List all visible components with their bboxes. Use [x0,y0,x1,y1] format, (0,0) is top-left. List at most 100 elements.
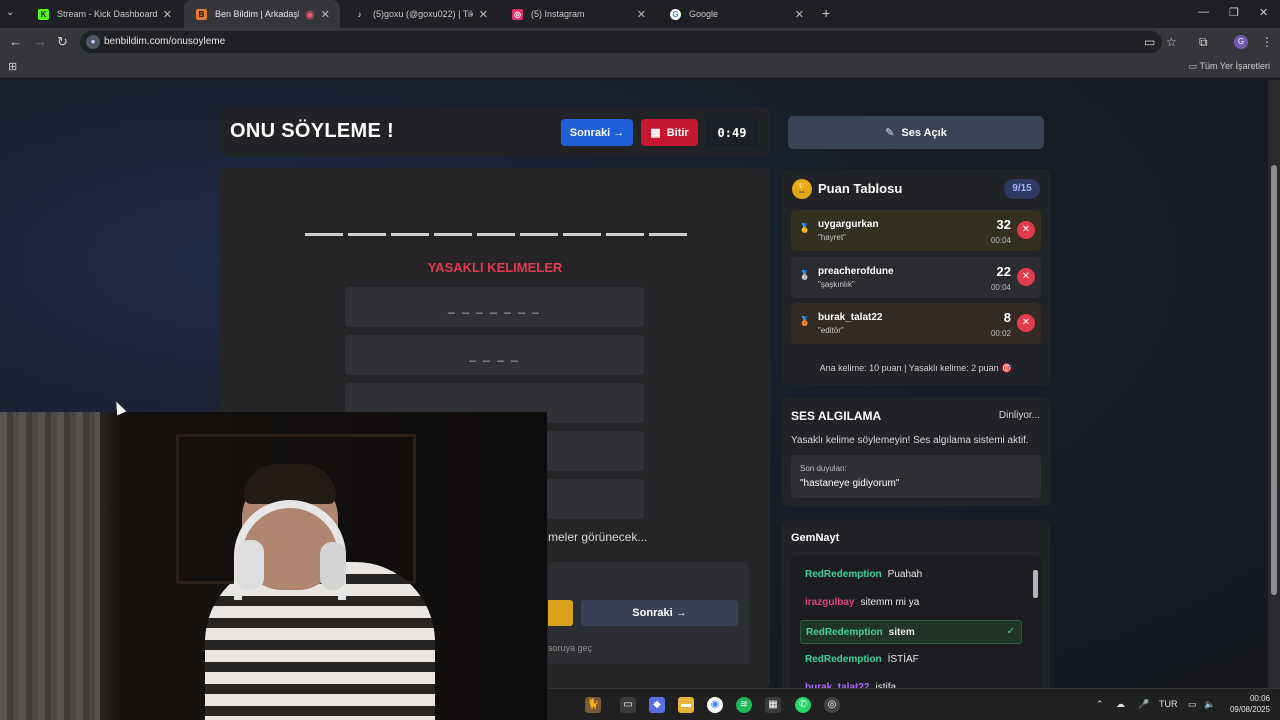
mic-tray-icon[interactable]: 🎤 [1138,699,1149,710]
apps-grid-icon[interactable]: ⊞ [8,60,17,73]
all-bookmarks[interactable]: ▭ Tüm Yer İşaretleri [1189,61,1270,72]
close-tab-icon[interactable]: ✕ [795,8,804,21]
cast-icon[interactable]: ▭ [1144,35,1155,49]
chat-user: RedRedemption [805,654,882,665]
forbidden-word-box: _ _ _ _ [345,335,644,375]
hint-text: meler görünecek... [548,530,648,544]
close-tab-icon[interactable]: ✕ [163,8,172,21]
last-heard-text: "hastaneye gidiyorum" [800,478,900,489]
chat-list[interactable]: RedRedemption Puahah irazgulbay sitemm mi … [791,555,1041,688]
network-icon[interactable]: ▭ [1188,699,1197,710]
bookmark-star-icon[interactable]: ☆ [1166,35,1177,49]
restore-icon[interactable]: ❐ [1229,6,1239,19]
chat-title: GemNayt [791,532,840,544]
tab-google[interactable]: G Google ✕ [658,0,814,28]
back-icon[interactable]: ← [9,34,22,49]
cat-app-icon[interactable]: 🐈 [585,697,601,713]
close-window-icon[interactable]: ✕ [1259,6,1268,19]
reload-icon[interactable]: ↻ [57,34,68,50]
next-question-button[interactable]: Sonraki → [581,600,738,626]
voice-description: Yasaklı kelime söylemeyin! Ses algılama … [791,435,1029,446]
remove-player-icon[interactable]: ✕ [1017,221,1035,239]
scoreboard-panel: 🏆 Puan Tablosu 9/15 🥇 uygargurkan "hayre… [782,169,1050,385]
site-info-icon[interactable]: ● [86,35,100,49]
menu-icon[interactable]: ⋮ [1261,35,1273,49]
last-heard-label: Son duyulan: [800,464,847,473]
google-icon: G [670,8,681,20]
remove-player-icon[interactable]: ✕ [1017,314,1035,332]
chat-scroll-thumb[interactable] [1033,570,1038,598]
finish-button[interactable]: ▦ Bitir [641,119,698,146]
tab-title: Stream - Kick Dashboard [57,9,157,19]
spotify-icon[interactable]: ≋ [736,697,752,713]
tab-instagram[interactable]: ◎ (5) Instagram ✕ [500,0,656,28]
chat-text: Puahah [887,569,923,580]
player-row: 🥈 preacherofdune "şaşkınlık" 22 00:04 ✕ [791,257,1041,298]
minimize-icon[interactable]: — [1198,6,1209,18]
bookmarks-bar: ⊞ ▭ Tüm Yer İşaretleri [0,56,1280,78]
browser-tab-bar: ⌄ K Stream - Kick Dashboard ✕ B Ben Bild… [0,0,1280,28]
pass-button[interactable] [548,600,573,626]
sound-label: Ses Açık [901,126,947,139]
player-word: "editör" [818,326,844,335]
tab-tiktok[interactable]: ♪ (5)goxu (@goxu022) | TikTok ✕ [342,0,498,28]
page-scroll-thumb[interactable] [1271,165,1277,595]
remove-player-icon[interactable]: ✕ [1017,268,1035,286]
app-icon[interactable]: ◎ [824,697,840,713]
profile-avatar[interactable]: G [1234,35,1248,49]
player-score: 22 [996,264,1011,279]
task-view-icon[interactable]: ▭ [620,697,636,713]
url-text: benbildim.com/onusoyleme [104,36,226,47]
tab-title: Ben Bildim | Arkadaşlarınla [215,9,299,19]
onedrive-icon[interactable]: ☁ [1116,699,1125,710]
store-icon[interactable]: ▦ [765,697,781,713]
voice-detection-panel: SES ALGILAMA Dinliyor... Yasaklı kelime … [782,398,1050,506]
chat-panel: GemNayt RedRedemption Puahah irazgulbay si… [782,520,1050,688]
chat-text: sitem [888,627,915,638]
check-icon: ✓ [1006,626,1015,637]
chat-scrollbar[interactable] [1033,558,1038,688]
bronze-medal-icon: 🥉 [799,316,811,326]
kick-icon: K [38,8,49,20]
system-clock[interactable]: 00:06 09/08/2025 [1226,693,1270,715]
tab-benbildim[interactable]: B Ben Bildim | Arkadaşlarınla ◉ ✕ [184,0,340,28]
tray-chevron-icon[interactable]: ⌃ [1096,699,1104,710]
gold-medal-icon: 🥇 [799,223,811,233]
game-title: ONU SÖYLEME ! [230,120,394,142]
player-score: 8 [1003,310,1011,325]
close-tab-icon[interactable]: ✕ [637,8,646,21]
copilot-icon[interactable]: ◆ [649,697,665,713]
chat-user: irazgulbay [805,597,855,608]
headset-earcup [320,542,346,590]
sound-toggle-button[interactable]: ✎ Ses Açık [788,116,1044,149]
taskbar: 🐈 ▭ ◆ ▬ ◉ ≋ ▦ ✆ ◎ ⌃ ☁ 🎤 TUR ▭ 🔈 [547,688,1280,720]
file-explorer-icon[interactable]: ▬ [678,697,694,713]
language-indicator[interactable]: TUR [1159,699,1178,709]
forward-icon[interactable]: → [34,34,47,49]
new-tab-icon[interactable]: + [822,5,830,21]
close-tab-icon[interactable]: ✕ [479,8,488,21]
next-button[interactable]: Sonraki → [561,119,633,146]
player-time: 00:02 [990,329,1011,338]
timer: 0:49 [706,119,758,146]
webcam-person-hair [244,464,336,504]
whatsapp-icon[interactable]: ✆ [795,697,811,713]
chat-text: sitemm mi ya [860,597,920,608]
tab-title: (5) Instagram [531,9,585,19]
chat-user: RedRedemption [806,627,883,638]
close-tab-icon[interactable]: ✕ [321,8,330,21]
clock-time: 00:06 [1249,694,1270,703]
tab-kick[interactable]: K Stream - Kick Dashboard ✕ [26,0,182,28]
chat-message: RedRedemption Puahah [805,569,922,580]
page-scrollbar[interactable] [1268,80,1280,688]
chat-text: İSTİAF [887,654,919,665]
forbidden-word-box: _ _ _ _ _ _ _ [345,287,644,327]
letter-blank [649,233,687,236]
extensions-icon[interactable]: ⧉ [1199,35,1208,50]
letter-blank [434,233,472,236]
volume-icon[interactable]: 🔈 [1204,699,1215,710]
chrome-icon[interactable]: ◉ [707,697,723,713]
tab-search-icon[interactable]: ⌄ [6,7,22,21]
address-bar[interactable]: ● benbildim.com/onusoyleme [80,31,1162,53]
player-time: 00:04 [990,283,1011,292]
